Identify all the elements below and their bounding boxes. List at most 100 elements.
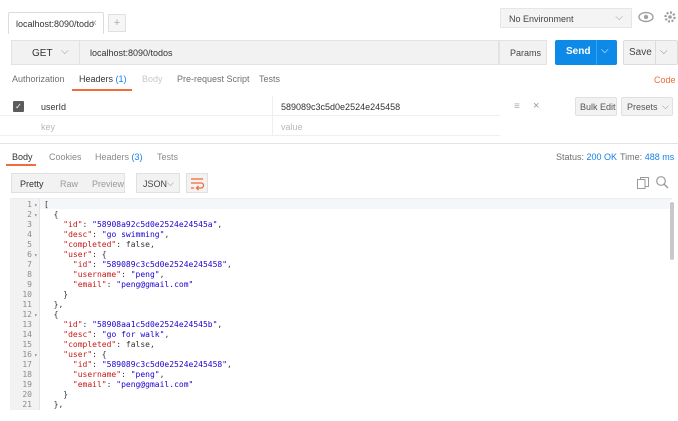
url-input[interactable]: localhost:8090/todos <box>79 40 499 65</box>
chevron-down-icon: ⌵ <box>662 101 669 111</box>
vertical-scrollbar[interactable] <box>670 200 675 410</box>
wrap-lines-button[interactable] <box>186 173 208 193</box>
request-tab-label: localhost:8090/todo <box>16 19 95 29</box>
gear-icon[interactable] <box>662 9 678 25</box>
send-options-chevron-icon[interactable]: ⌵ <box>601 45 609 56</box>
header-value[interactable]: 589089c3c5d0e2524e245458 <box>281 102 400 112</box>
code-token: }, <box>44 400 64 409</box>
code-token: }, <box>44 300 64 309</box>
tab-prerequest-script[interactable]: Pre-request Script <box>177 74 250 84</box>
code-token: "username" <box>44 370 122 379</box>
line-number: 19 <box>22 380 32 389</box>
line-number: 11 <box>22 300 32 309</box>
tab-body[interactable]: Body <box>142 74 163 84</box>
response-tab-tests[interactable]: Tests <box>157 152 178 162</box>
request-subtabs: Authorization Headers (1) Body Pre-reque… <box>0 70 678 92</box>
fold-toggle-icon[interactable]: ▾ <box>34 252 38 259</box>
url-value: localhost:8090/todos <box>90 48 173 58</box>
fold-toggle-icon[interactable]: ▾ <box>34 202 38 209</box>
code-token: "58908aa1c5d0e2524e24545b" <box>92 320 218 329</box>
environment-label: No Environment <box>509 14 574 24</box>
send-button[interactable]: Send ⌵ <box>555 40 617 65</box>
line-number: 16 <box>22 350 32 359</box>
params-button[interactable]: Params <box>499 40 547 65</box>
response-tab-headers[interactable]: Headers (3) <box>95 152 143 162</box>
header-key[interactable]: userId <box>41 102 66 112</box>
code-token: : <box>121 370 131 379</box>
code-token: , <box>159 370 165 379</box>
chevron-down-icon: ⌵ <box>61 46 69 57</box>
code-line: "completed": false, <box>44 340 155 349</box>
line-number: 8 <box>27 270 32 279</box>
chevron-down-icon: ⌵ <box>167 178 174 188</box>
eye-icon[interactable] <box>638 10 654 24</box>
time-label: Time: <box>620 152 643 162</box>
code-token: "completed" <box>44 340 117 349</box>
key-placeholder[interactable]: key <box>41 122 55 132</box>
code-token: "email" <box>44 280 107 289</box>
value-placeholder[interactable]: value <box>281 122 303 132</box>
bulk-edit-button[interactable]: Bulk Edit <box>575 97 617 116</box>
code-token: : false, <box>116 340 155 349</box>
view-pretty-button[interactable]: Pretty <box>20 179 44 189</box>
code-token: , <box>159 270 165 279</box>
view-options-bar: Pretty Raw Preview JSON ⌵ <box>0 170 678 196</box>
code-token: : <box>106 280 117 289</box>
code-link[interactable]: Code <box>654 75 676 85</box>
code-token: "peng" <box>130 270 160 279</box>
request-tab[interactable]: localhost:8090/todo × <box>8 12 104 34</box>
code-token: "id" <box>44 220 83 229</box>
delete-row-icon[interactable]: × <box>533 100 539 112</box>
code-token: "completed" <box>44 240 117 249</box>
row-menu-icon[interactable]: ≡ <box>514 101 520 112</box>
new-tab-button[interactable]: + <box>108 14 126 32</box>
line-number: 17 <box>22 360 32 369</box>
code-token: , <box>227 360 232 369</box>
code-token: "go swimming" <box>101 230 165 239</box>
close-tab-icon[interactable]: × <box>91 18 97 29</box>
header-enabled-checkbox[interactable]: ✓ <box>13 101 24 112</box>
fold-toggle-icon[interactable]: ▾ <box>34 312 38 319</box>
code-line: "id": "589089c3c5d0e2524e245458", <box>44 360 232 369</box>
line-number: 4 <box>27 230 32 239</box>
line-number: 5 <box>27 240 32 249</box>
method-select[interactable]: GET ⌵ <box>11 40 79 65</box>
environment-select[interactable]: No Environment ⌵ <box>500 8 632 28</box>
code-token: "user" <box>44 350 93 359</box>
format-select[interactable]: JSON ⌵ <box>136 173 180 193</box>
fold-toggle-icon[interactable]: ▾ <box>34 212 38 219</box>
line-number: 20 <box>22 390 32 399</box>
code-token: "589089c3c5d0e2524e245458" <box>101 260 228 269</box>
code-token: "username" <box>44 270 122 279</box>
response-tab-cookies[interactable]: Cookies <box>49 152 82 162</box>
save-options-chevron-icon[interactable]: ⌵ <box>660 46 668 57</box>
scrollbar-thumb[interactable] <box>670 202 674 260</box>
code-line: "username": "peng", <box>44 270 165 279</box>
code-token: : { <box>92 350 107 359</box>
response-body-viewer[interactable]: 1 ▾ 2 ▾ 3 4 5 6 ▾ 7 8 9 10 11 12 ▾ 13 14 15 16 ▾ 17 18 19 20 21 [… <box>10 198 672 410</box>
tab-tests[interactable]: Tests <box>259 74 280 84</box>
code-line: "email": "peng@gmail.com" <box>44 280 193 289</box>
copy-icon[interactable] <box>636 176 650 190</box>
tab-authorization[interactable]: Authorization <box>12 74 65 84</box>
code-token: : <box>106 380 117 389</box>
code-line: "user": { <box>44 350 107 359</box>
view-preview-button[interactable]: Preview <box>92 179 124 189</box>
chevron-down-icon: ⌵ <box>615 12 623 23</box>
code-token: , <box>217 220 223 229</box>
presets-button[interactable]: Presets ⌵ <box>621 97 673 116</box>
code-token: "user" <box>44 250 93 259</box>
view-mode-segmented: Pretty Raw Preview <box>11 173 125 193</box>
presets-label: Presets <box>627 102 658 112</box>
fold-toggle-icon[interactable]: ▾ <box>34 352 38 359</box>
code-token: "go for walk" <box>101 330 165 339</box>
response-tab-body[interactable]: Body <box>12 152 33 162</box>
save-button[interactable]: Save ⌵ <box>623 40 678 65</box>
code-line: } <box>44 290 68 299</box>
save-label: Save <box>629 47 652 58</box>
code-token: { <box>44 310 59 319</box>
tab-headers[interactable]: Headers (1) <box>79 74 127 84</box>
search-icon[interactable] <box>655 175 669 189</box>
format-label: JSON <box>143 179 168 189</box>
view-raw-button[interactable]: Raw <box>60 179 78 189</box>
